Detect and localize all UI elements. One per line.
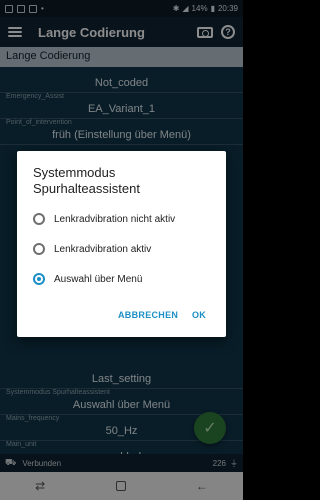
option-label: Lenkradvibration aktiv: [54, 243, 152, 255]
radio-button-selected[interactable]: [33, 273, 45, 285]
option-label: Auswahl über Menü: [54, 273, 143, 285]
system-mode-dialog: Systemmodus Spurhalteassistent Lenkradvi…: [17, 151, 226, 337]
radio-button[interactable]: [33, 243, 45, 255]
option-label: Lenkradvibration nicht aktiv: [54, 213, 176, 225]
ok-button[interactable]: OK: [192, 310, 206, 320]
option-lenkradvibration-aktiv[interactable]: Lenkradvibration aktiv: [33, 239, 151, 259]
option-auswahl-ueber-menue[interactable]: Auswahl über Menü: [33, 269, 142, 289]
cancel-button[interactable]: ABBRECHEN: [118, 310, 178, 320]
dialog-title: Systemmodus Spurhalteassistent: [33, 165, 140, 196]
option-lenkradvibration-nicht-aktiv[interactable]: Lenkradvibration nicht aktiv: [33, 209, 175, 229]
radio-button[interactable]: [33, 213, 45, 225]
